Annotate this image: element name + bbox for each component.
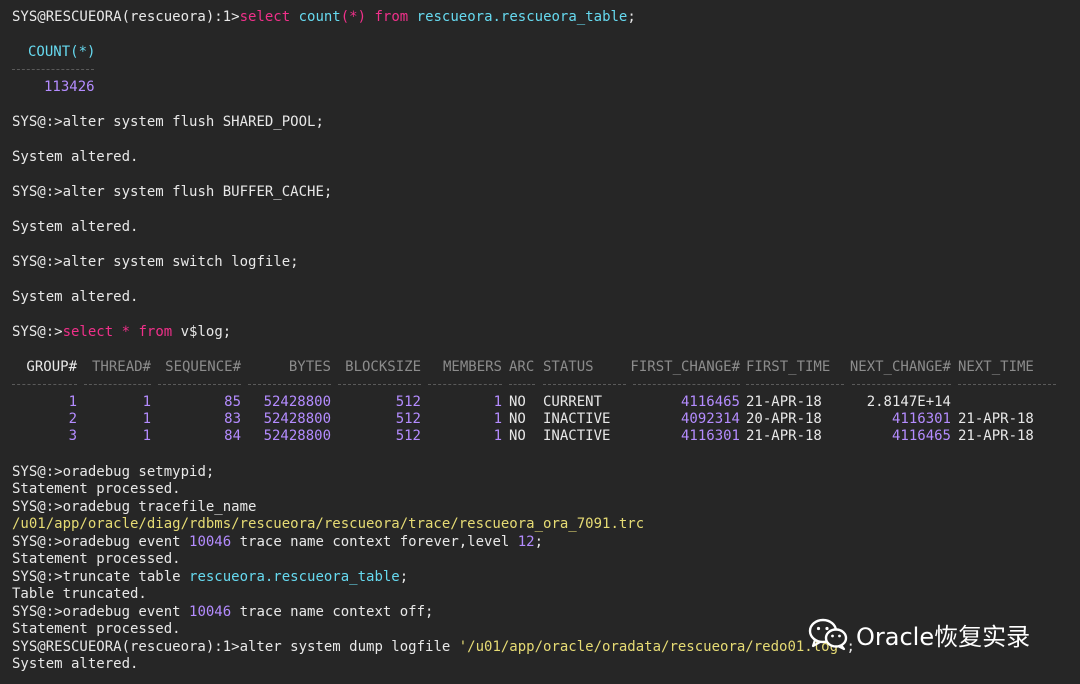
column-header: BYTES	[288, 359, 331, 375]
column-header: SEQUENCE#	[165, 359, 241, 375]
output-line: System altered.	[12, 149, 139, 165]
command-line: SYS@:>select * from v$log;	[12, 324, 232, 340]
command-line: SYS@:>alter system flush BUFFER_CACHE;	[12, 184, 333, 200]
column-separator	[84, 384, 151, 385]
keyword: select	[239, 9, 291, 25]
column-header: FIRST_CHANGE#	[630, 359, 740, 375]
column-header: THREAD#	[91, 359, 151, 375]
watermark-text: Oracle恢复实录	[856, 622, 1031, 651]
column-separator	[158, 384, 241, 385]
column-header: NEXT_CHANGE#	[849, 359, 951, 375]
output-line: Statement processed.	[12, 551, 181, 567]
column-header: GROUP#	[26, 359, 77, 375]
output-line: System altered.	[12, 656, 139, 672]
output-line: Statement processed.	[12, 481, 181, 497]
sql-prompt-line: SYS@RESCUEORA(rescueora):1>select count(…	[12, 9, 636, 26]
count-header: COUNT(*)	[28, 44, 96, 60]
command-line: SYS@:>oradebug setmypid;	[12, 464, 215, 480]
column-separator	[12, 384, 77, 385]
command-line: SYS@:>alter system switch logfile;	[12, 254, 299, 270]
column-header: MEMBERS	[442, 359, 502, 375]
wechat-icon	[808, 618, 848, 651]
column-separator	[852, 384, 951, 385]
command-line: SYS@:>oradebug tracefile_name	[12, 499, 257, 515]
column-separator	[509, 384, 535, 385]
column-header: ARC	[509, 359, 535, 375]
output-line: Table truncated.	[12, 586, 147, 602]
command-line: SYS@:>oradebug event 10046 trace name co…	[12, 604, 434, 620]
operator: (*)	[340, 9, 367, 25]
column-header: STATUS	[543, 359, 594, 375]
command-line: SYS@:>alter system flush SHARED_POOL;	[12, 114, 324, 130]
column-separator	[248, 384, 331, 385]
column-separator	[428, 384, 502, 385]
output-line: Statement processed.	[12, 621, 181, 637]
column-header: BLOCKSIZE	[345, 359, 421, 375]
table-name: rescueora.rescueora_table	[416, 9, 628, 25]
trace-path: /u01/app/oracle/diag/rdbms/rescueora/res…	[12, 516, 645, 532]
watermark: Oracle恢复实录	[808, 612, 1030, 656]
command-line: SYS@:>truncate table rescueora.rescueora…	[12, 569, 409, 585]
count-value: 113426	[44, 79, 95, 95]
column-header: NEXT_TIME	[958, 359, 1034, 375]
command-line: SYS@:>oradebug event 10046 trace name co…	[12, 534, 544, 550]
command-line: SYS@RESCUEORA(rescueora):1>alter system …	[12, 639, 855, 655]
column-separator	[543, 384, 626, 385]
column-separator	[746, 384, 844, 385]
function-name: count	[298, 9, 341, 25]
column-separator	[338, 384, 421, 385]
terminal-window: SYS@RESCUEORA(rescueora):1>select count(…	[0, 0, 1080, 684]
prompt: SYS@RESCUEORA(rescueora):1>	[12, 9, 240, 25]
column-separator	[633, 384, 740, 385]
terminator: ;	[627, 9, 636, 25]
column-header: FIRST_TIME	[746, 359, 831, 375]
output-line: System altered.	[12, 289, 139, 305]
keyword: from	[374, 9, 409, 25]
column-separator	[958, 384, 1056, 385]
output-line: System altered.	[12, 219, 139, 235]
column-separator	[12, 69, 94, 70]
